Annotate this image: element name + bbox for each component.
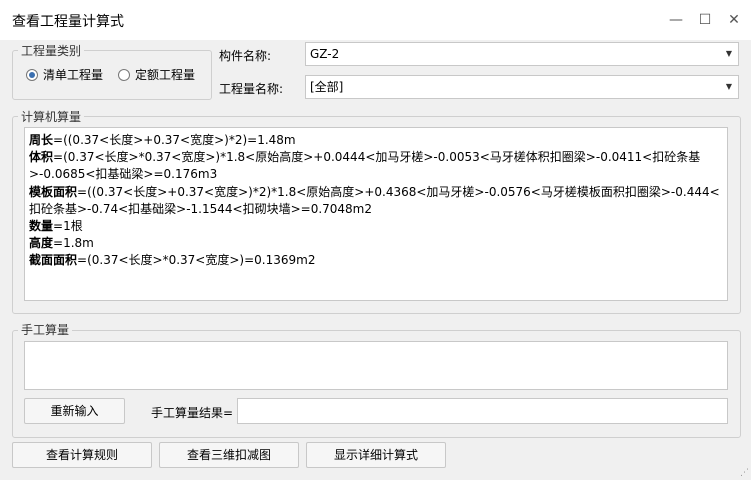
formula-line-formwork-area: 模板面积=((0.37<长度>+0.37<宽度>)*2)*1.8<原始高度>+0… [29,184,723,218]
radio-bill-quantity-label: 清单工程量 [43,68,104,82]
formula-line-section-area: 截面面积=(0.37<长度>*0.37<宽度>)=0.1369m2 [29,252,723,269]
minimize-icon[interactable]: — [664,8,688,32]
quantity-name-value: [全部] [310,80,344,94]
formula-line-count: 数量=1根 [29,218,723,235]
formula-key: 数量 [29,219,54,234]
formula-key: 模板面积 [29,184,78,199]
radio-selected-icon [26,68,38,81]
quantity-type-legend: 工程量类别 [18,42,85,59]
radio-quota-quantity[interactable]: 定额工程量 [118,66,195,83]
quantity-name-label: 工程量名称: [219,82,284,96]
component-name-label: 构件名称: [219,49,272,63]
quantity-name-select[interactable]: [全部] ▼ [305,75,739,99]
manual-calc-legend: 手工算量 [18,321,73,338]
radio-unselected-icon [118,68,130,81]
manual-result-input[interactable] [237,398,728,424]
formula-key: 周长 [29,133,54,147]
component-name-select[interactable]: GZ-2 ▼ [305,42,739,66]
view-3d-deduction-button[interactable]: 查看三维扣减图 [159,442,299,468]
formula-expr: =1根 [53,219,83,234]
window-title: 查看工程量计算式 [12,14,124,30]
chevron-down-icon: ▼ [725,49,732,58]
formula-expr: =1.8m [53,236,94,251]
formula-key: 体积 [29,150,54,165]
formula-key: 截面面积 [29,253,78,268]
radio-quota-quantity-label: 定额工程量 [135,68,196,82]
formula-expr: =((0.37<长度>+0.37<宽度>)*2)=1.48m [53,133,296,147]
formula-expr: =(0.37<长度>*0.37<宽度>)*1.8<原始高度>+0.0444<加马… [29,150,701,182]
resize-grip-icon[interactable]: ⋰ [740,468,749,478]
formula-expr: =((0.37<长度>+0.37<宽度>)*2)*1.8<原始高度>+0.436… [29,184,720,216]
title-bar: 查看工程量计算式 — ☐ ✕ [0,0,751,40]
maximize-icon[interactable]: ☐ [693,8,717,32]
formula-line-perimeter: 周长=((0.37<长度>+0.37<宽度>)*2)=1.48m [29,132,723,149]
close-icon[interactable]: ✕ [722,8,746,32]
radio-bill-quantity[interactable]: 清单工程量 [26,66,103,83]
view-calc-rules-button[interactable]: 查看计算规则 [12,442,152,468]
formula-line-height: 高度=1.8m [29,235,723,252]
computer-calc-legend: 计算机算量 [18,108,85,125]
show-detail-formula-button[interactable]: 显示详细计算式 [306,442,446,468]
formula-key: 高度 [29,236,54,251]
calc-formula-box[interactable]: 周长=((0.37<长度>+0.37<宽度>)*2)=1.48m 体积=(0.3… [24,127,728,301]
reenter-button[interactable]: 重新输入 [24,398,125,424]
manual-result-label: 手工算量结果= [151,406,234,420]
formula-expr: =(0.37<长度>*0.37<宽度>)=0.1369m2 [77,253,316,268]
component-name-value: GZ-2 [310,47,340,61]
formula-line-volume: 体积=(0.37<长度>*0.37<宽度>)*1.8<原始高度>+0.0444<… [29,149,723,183]
chevron-down-icon: ▼ [725,82,732,91]
manual-calc-textarea[interactable] [24,341,728,390]
